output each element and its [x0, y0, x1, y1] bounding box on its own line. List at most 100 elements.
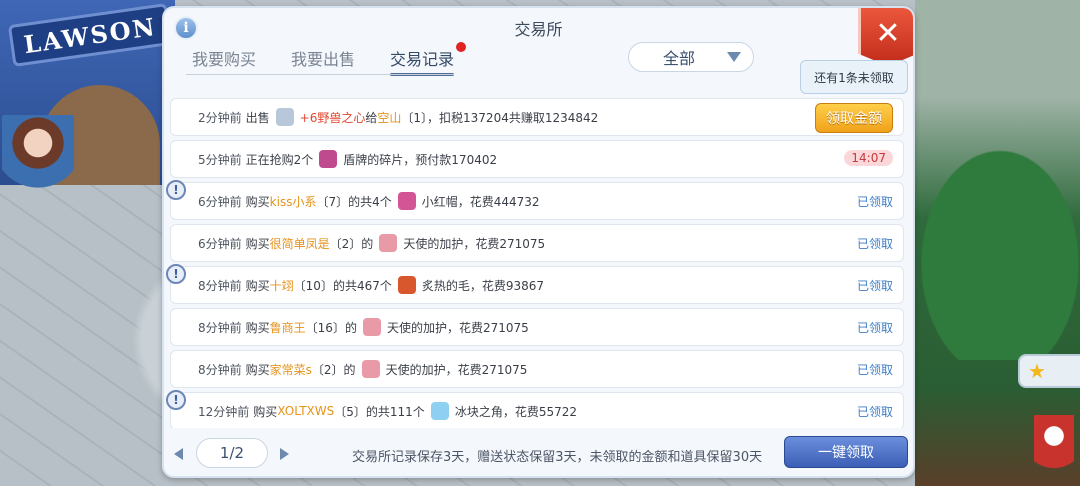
tab-sell[interactable]: 我要出售 [291, 46, 373, 76]
tab-trade-records[interactable]: 交易记录 [390, 42, 472, 76]
favorite-star-button[interactable]: ★ [1018, 354, 1080, 388]
trade-record-row: 8分钟前 购买 鲁商王 〔16〕的 天使的加护 ，花费271075 已领取 [170, 308, 904, 346]
trade-record-row: 6分钟前 购买 kiss小系 〔7〕的共4个 小红帽 ，花费444732 已领取 [170, 182, 904, 220]
record-time: 12分钟前 [198, 404, 250, 419]
prev-page-icon[interactable] [174, 448, 183, 460]
record-detail: 〔2〕的 [311, 362, 356, 377]
notification-dot [456, 42, 467, 52]
tree-foliage [900, 120, 1080, 360]
next-page-icon[interactable] [280, 448, 289, 460]
record-cost: ，花费271075 [446, 320, 529, 335]
claimed-status: 已领取 [856, 279, 893, 293]
record-connector: 给 [365, 110, 378, 125]
trade-record-row: 6分钟前 购买 很简单凤是 〔2〕的 天使的加护 ，花费271075 已领取 [170, 224, 904, 262]
record-time: 8分钟前 [198, 278, 242, 293]
record-player: 很简单凤是 [269, 236, 330, 251]
record-detail: 〔2〕的 [329, 236, 374, 251]
record-cost: ，花费271075 [463, 236, 546, 251]
record-detail: 〔5〕的共111个 [334, 404, 425, 419]
record-time: 6分钟前 [198, 194, 242, 209]
trade-record-row: 5分钟前 正在抢购2个 盾牌的碎片 ，预付款170402 14:07 [170, 140, 904, 178]
panel-title: 交易所 [514, 20, 563, 39]
trade-record-row: 8分钟前 购买 十翊 〔10〕的共467个 炙热的毛 ，花费93867 已领取 [170, 266, 904, 304]
record-player: kiss小系 [269, 194, 317, 209]
record-action: 购买 [253, 404, 278, 419]
record-detail: 〔10〕的共467个 [293, 278, 392, 293]
santa-character[interactable] [1034, 415, 1074, 485]
record-item: 天使的加护 [386, 320, 447, 335]
record-player: 家常菜s [269, 362, 312, 377]
claimed-status: 已领取 [856, 195, 893, 209]
item-icon[interactable] [319, 150, 338, 168]
record-item: 盾牌的碎片 [343, 152, 404, 167]
record-action: 购买 [245, 320, 270, 335]
trade-record-row: 2分钟前 出售 +6野兽之心 给 空山 〔1〕，扣税137204共赚取12348… [170, 98, 904, 136]
record-detail: 〔1〕，扣税137204共赚取1234842 [401, 110, 599, 125]
item-icon[interactable] [397, 276, 416, 294]
record-cost: ，花费55722 [502, 404, 578, 419]
panel-footer: 1/2 交易所记录保存3天，赠送状态保留3天，未领取的金额和道具保留30天 一键… [164, 432, 913, 476]
record-cost: ，花费444732 [457, 194, 540, 209]
tab-buy[interactable]: 我要购买 [192, 46, 274, 76]
item-icon[interactable] [362, 318, 381, 336]
item-icon[interactable] [430, 402, 449, 420]
record-action: 购买 [245, 362, 270, 377]
alert-icon[interactable]: ! [166, 264, 186, 284]
record-player: 十翊 [269, 278, 294, 293]
item-icon[interactable] [275, 108, 294, 126]
record-action: 购买 [245, 194, 270, 209]
record-item: 天使的加护 [385, 362, 446, 377]
record-detail: 〔16〕的 [305, 320, 357, 335]
record-cost: ，花费271075 [445, 362, 528, 377]
close-icon: ✕ [875, 16, 901, 51]
star-icon: ★ [1028, 359, 1046, 383]
record-time: 8分钟前 [198, 362, 242, 377]
claimed-status: 已领取 [856, 321, 893, 335]
item-icon[interactable] [379, 234, 398, 252]
record-time: 5分钟前 [198, 152, 242, 167]
alert-icon[interactable]: ! [166, 390, 186, 410]
store-sign: LAWSON [7, 3, 173, 67]
claimed-status: 已领取 [856, 237, 893, 251]
close-button[interactable]: ✕ [858, 8, 913, 66]
record-detail: ，预付款170402 [403, 152, 498, 167]
page-indicator: 1/2 [196, 438, 268, 468]
item-icon[interactable] [397, 192, 416, 210]
tab-divider [186, 74, 454, 75]
record-item: 冰块之角 [454, 404, 503, 419]
tab-bar: 我要购买 我要出售 交易记录 [192, 42, 489, 76]
record-player: 空山 [377, 110, 402, 125]
player-avatar[interactable] [2, 115, 74, 195]
filter-selected: 全部 [663, 49, 696, 68]
record-player: XOLTXWS [277, 404, 335, 418]
record-item: 天使的加护 [403, 236, 464, 251]
countdown-timer: 14:07 [844, 150, 893, 166]
claimed-status: 已领取 [856, 363, 893, 377]
tab-label: 交易记录 [390, 50, 455, 69]
record-player: 鲁商王 [269, 320, 306, 335]
record-cost: ，花费93867 [469, 278, 545, 293]
record-item: 小红帽 [421, 194, 458, 209]
dropdown-arrow-icon [727, 52, 741, 62]
retention-note: 交易所记录保存3天，赠送状态保留3天，未领取的金额和道具保留30天 [352, 450, 763, 465]
claim-money-button[interactable]: 领取金额 [815, 103, 893, 133]
record-item: +6野兽之心 [299, 110, 366, 125]
trade-record-list[interactable]: 2分钟前 出售 +6野兽之心 给 空山 〔1〕，扣税137204共赚取12348… [170, 98, 908, 428]
filter-dropdown[interactable]: 全部 [628, 42, 754, 72]
alert-icon[interactable]: ! [166, 180, 186, 200]
record-action: 购买 [245, 278, 270, 293]
record-action: 正在抢购2个 [245, 152, 314, 167]
record-time: 2分钟前 [198, 110, 242, 125]
trade-record-row: 12分钟前 购买 XOLTXWS 〔5〕的共111个 冰块之角 ，花费55722… [170, 392, 904, 428]
record-time: 6分钟前 [198, 236, 242, 251]
exchange-panel: i 交易所 我要购买 我要出售 交易记录 全部 ✕ 还有1条未领取 2分钟前 出… [162, 6, 915, 478]
record-detail: 〔7〕的共4个 [316, 194, 392, 209]
item-icon[interactable] [361, 360, 380, 378]
unclaimed-tip: 还有1条未领取 [800, 60, 908, 94]
claimed-status: 已领取 [856, 405, 893, 419]
record-action: 购买 [245, 236, 270, 251]
record-time: 8分钟前 [198, 320, 242, 335]
trade-record-row: 8分钟前 购买 家常菜s 〔2〕的 天使的加护 ，花费271075 已领取 [170, 350, 904, 388]
record-action: 出售 [245, 110, 270, 125]
claim-all-button[interactable]: 一键领取 [784, 436, 908, 468]
